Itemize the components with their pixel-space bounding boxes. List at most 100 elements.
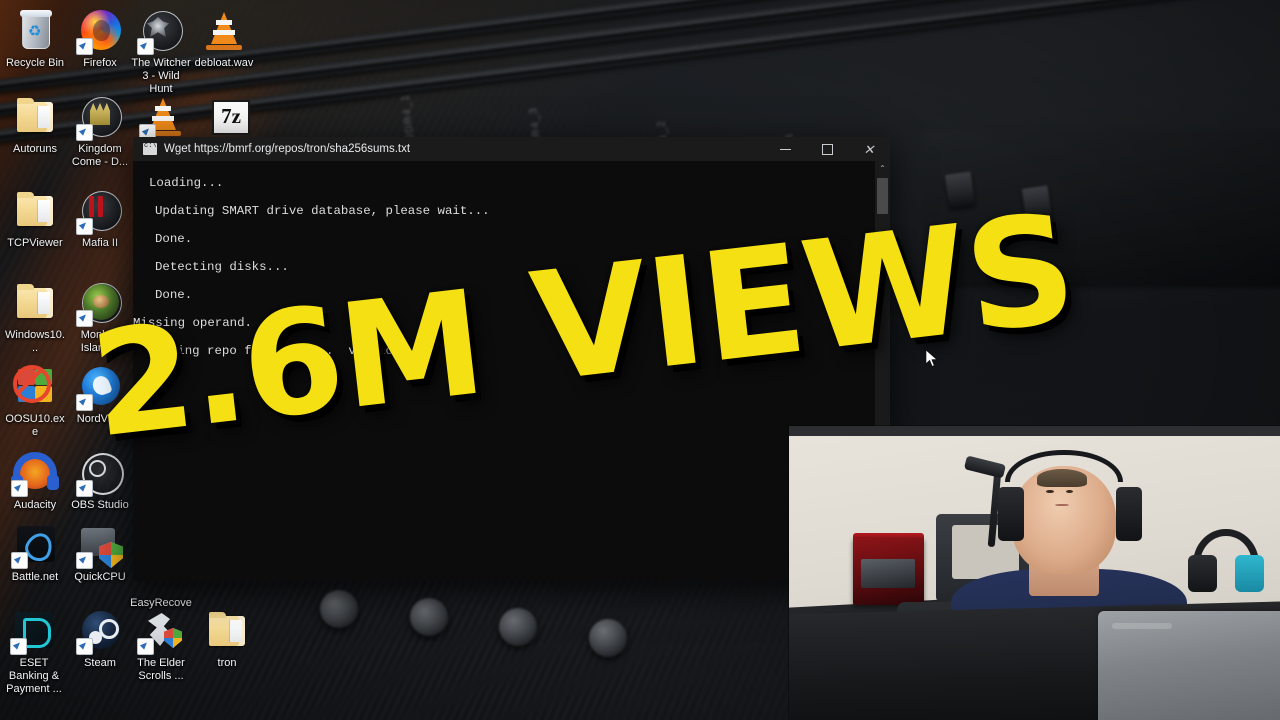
kingdom-come-icon (76, 94, 123, 141)
desktop-icon-label: Audacity (13, 499, 57, 511)
desktop-icon-label: Monkey Island 2 (80, 329, 120, 354)
desktop-icon-label: Mafia II (81, 237, 119, 249)
desktop-icon-quickcpu[interactable]: QuickCPU (69, 522, 131, 584)
console-line: Loading... (149, 176, 224, 190)
desktop-icon-eset-banking[interactable]: ESET Banking & Payment ... (0, 608, 68, 696)
elder-scrolls-icon (137, 608, 184, 655)
console-line: Done. (155, 288, 193, 302)
the-witcher-3-icon (137, 8, 184, 55)
desktop-icon-vlc-shortcut[interactable] (132, 94, 194, 143)
mouse-cursor-icon (925, 348, 939, 369)
desktop-icon-label: Kingdom Come - D... (71, 143, 129, 168)
vlc-media-icon (201, 8, 247, 54)
webcam-ceiling-strip (789, 426, 1280, 436)
shortcut-arrow-icon (11, 552, 28, 569)
person-eye-left (1046, 489, 1054, 493)
desktop-icon-label: Recycle Bin (5, 57, 65, 69)
audacity-icon (11, 450, 58, 497)
desktop-icon-label: ESET Banking & Payment ... (6, 657, 62, 695)
desktop-icon-obs-studio[interactable]: OBS Studio (69, 450, 131, 512)
obs-studio-icon (76, 450, 124, 497)
desktop-icon-battle-net[interactable]: Battle.net (4, 522, 66, 584)
shortcut-arrow-icon (76, 394, 93, 411)
shortcut-arrow-icon (76, 552, 93, 569)
desktop-icon-7zip[interactable]: 7z (198, 94, 260, 143)
webcam-product-box (852, 537, 925, 606)
folder-icon (12, 188, 58, 234)
mafia-2-icon (76, 188, 123, 235)
console-line: Updating SMART drive database, please wa… (155, 204, 490, 218)
battle-net-icon (11, 522, 58, 569)
steam-icon (76, 608, 123, 655)
person-mouth (1054, 503, 1070, 507)
desktop-icon-label: Firefox (83, 57, 117, 69)
desktop-icon-recycle-bin[interactable]: Recycle Bin (4, 8, 66, 70)
desktop-icon-monkey-island-2[interactable]: Monkey Island 2 (69, 280, 131, 355)
shortcut-arrow-icon (76, 638, 93, 655)
desktop-icon-steam[interactable]: Steam (69, 608, 131, 670)
scrollbar-thumb[interactable] (877, 178, 888, 214)
desktop-icon-label: The Elder Scrolls ... (137, 657, 185, 682)
person-eye-right (1066, 489, 1074, 493)
desktop-icon-label: The Witcher 3 - Wild Hunt (131, 57, 191, 95)
desktop-icon-label: tron (217, 657, 237, 669)
console-line: ...ing repo for updat... versio... (155, 344, 416, 358)
desktop-icon-mafia-ii[interactable]: Mafia II (69, 188, 131, 250)
folder-icon (204, 608, 250, 654)
webcam-headphone-stand (1187, 528, 1266, 605)
desktop-icon-label: Steam (84, 657, 116, 669)
seven-zip-icon: 7z (206, 94, 252, 140)
desktop-icon-label: Autoruns (12, 143, 58, 155)
console-line: Missing operand. (133, 316, 252, 330)
wget-console-window[interactable]: Wget https://bmrf.org/repos/tron/sha256s… (133, 137, 890, 581)
console-titlebar[interactable]: Wget https://bmrf.org/repos/tron/sha256s… (133, 137, 890, 162)
desktop-icon-audacity[interactable]: Audacity (4, 450, 66, 512)
desktop-icon-label: debloat.wav (194, 57, 254, 69)
desktop-icon-label: NordVPN (76, 413, 124, 425)
person-headset-cup-left (998, 487, 1025, 542)
desktop-icon-tron[interactable]: tron (196, 608, 258, 670)
console-window-title: Wget https://bmrf.org/repos/tron/sha256s… (164, 143, 411, 155)
desktop-icon-the-witcher-3[interactable]: The Witcher 3 - Wild Hunt (130, 8, 192, 96)
desktop-icon-autoruns[interactable]: Autoruns (4, 94, 66, 156)
monkey-island-2-icon (76, 280, 123, 327)
desktop-icon-oosu10[interactable]: OOSU10.exe (4, 364, 66, 439)
desktop-icon-windows10[interactable]: Windows10... (4, 280, 66, 355)
folder-icon (12, 94, 58, 140)
console-app-icon (143, 142, 157, 155)
close-button[interactable]: ✕ (848, 137, 890, 161)
eset-banking-icon (10, 608, 57, 655)
shortcut-arrow-icon (10, 638, 27, 655)
nordvpn-icon (76, 364, 123, 411)
minimize-button[interactable] (764, 137, 806, 161)
shortcut-arrow-icon (76, 218, 93, 235)
desktop-icon-nordvpn[interactable]: NordVPN (69, 364, 131, 426)
desktop-icon-debloat-wav[interactable]: debloat.wav (193, 8, 255, 70)
desktop-icon-label: Windows10... (5, 329, 65, 354)
shortcut-arrow-icon (137, 38, 154, 55)
firefox-icon (76, 8, 123, 55)
desktop-icon-elder-scrolls[interactable]: The Elder Scrolls ... (130, 608, 192, 683)
desktop-icon-kingdom-come[interactable]: Kingdom Come - D... (69, 94, 131, 169)
desktop-icon-firefox[interactable]: Firefox (69, 8, 131, 70)
microphone-icon (964, 455, 1007, 479)
recycle-bin-icon (12, 8, 58, 54)
window-controls: ✕ (764, 137, 890, 161)
oo-shutup-10-icon (12, 364, 58, 410)
desktop-icon-label: TCPViewer (7, 237, 63, 249)
desktop-icon-label: OOSU10.exe (5, 413, 65, 438)
shortcut-arrow-icon (137, 638, 154, 655)
person-headset-cup-right (1116, 487, 1142, 542)
maximize-button[interactable] (806, 137, 848, 161)
desktop-icon-tcpviewer[interactable]: TCPViewer (4, 188, 66, 250)
shortcut-arrow-icon (76, 310, 93, 327)
console-output-area[interactable]: Loading... Updating SMART drive database… (133, 161, 890, 581)
desktop-icon-label: QuickCPU (74, 571, 126, 583)
scroll-up-arrow-icon[interactable]: ⌃ (875, 161, 890, 176)
desktop-icon-label: Battle.net (11, 571, 59, 583)
vlc-media-icon (139, 94, 186, 141)
headphone-cup-right (1235, 554, 1264, 592)
shortcut-arrow-icon (11, 480, 28, 497)
quickcpu-icon (76, 522, 123, 569)
webcam-overlay: NAVY ATHLETICS (789, 426, 1280, 720)
